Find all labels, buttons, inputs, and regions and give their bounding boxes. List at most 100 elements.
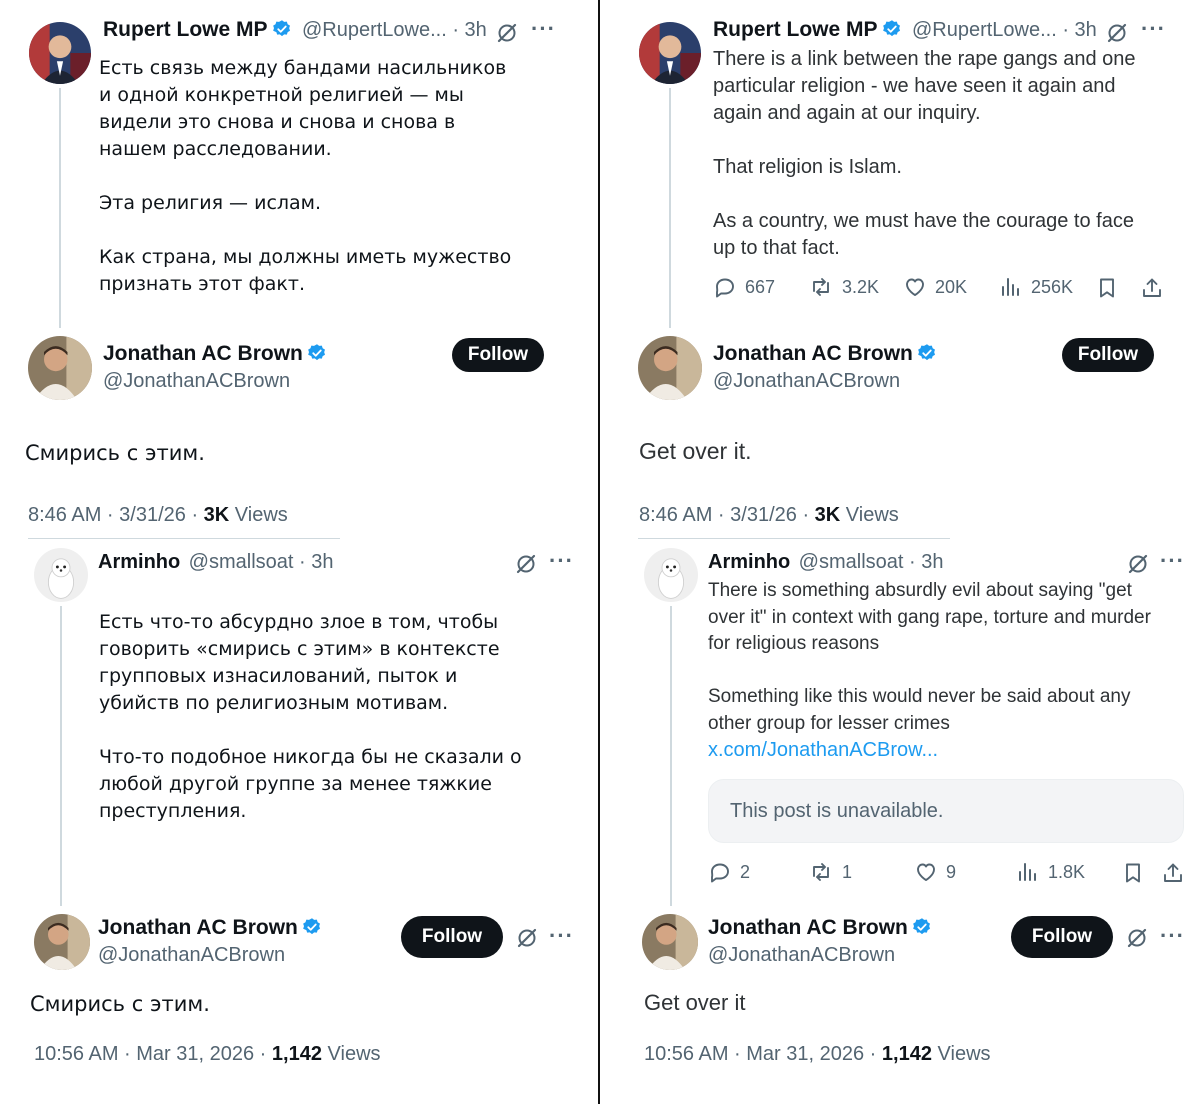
avatar-arminho[interactable]: [644, 548, 698, 602]
reply-author: Jonathan AC Brown: [98, 916, 322, 940]
follow-button[interactable]: Follow: [401, 916, 503, 958]
repost-action[interactable]: 1: [808, 860, 852, 884]
views-count: 1,142: [271, 1043, 322, 1065]
author-name[interactable]: Jonathan AC Brown: [713, 342, 913, 365]
tweet-link[interactable]: x.com/JonathanACBrow...: [708, 739, 938, 762]
follow-button[interactable]: Follow: [452, 338, 544, 372]
views-count: 1.8K: [1048, 861, 1086, 882]
author-handle[interactable]: @JonathanACBrown: [708, 944, 895, 967]
heart-icon: [903, 275, 927, 299]
author-name[interactable]: Rupert Lowe MP: [713, 18, 878, 41]
author-handle[interactable]: @JonathanACBrown: [103, 370, 290, 393]
avatar-rupert-lowe[interactable]: [639, 22, 701, 84]
avatar-jonathan-brown[interactable]: [638, 336, 702, 400]
bookmark-icon[interactable]: [1120, 860, 1146, 886]
tweet-text: There is something absurdly evil about s…: [708, 580, 1151, 734]
timestamp[interactable]: 8:46 AM · 3/31/26 ·: [639, 504, 815, 526]
reply-count: 667: [745, 276, 776, 297]
views-action[interactable]: 256K: [999, 275, 1073, 299]
reply-author: Jonathan AC Brown: [713, 342, 937, 366]
author-handle-time[interactable]: @RupertLowe... · 3h: [912, 19, 1097, 41]
author-name[interactable]: Jonathan AC Brown: [708, 916, 908, 939]
grok-icon[interactable]: [494, 20, 520, 46]
more-options-icon[interactable]: ···: [549, 923, 574, 949]
views-action[interactable]: 1.8K: [1016, 860, 1085, 884]
reply-text: Get over it: [644, 990, 746, 1015]
tweet-text: There is a link between the rape gangs a…: [713, 48, 1136, 259]
views-icon: [999, 275, 1023, 299]
author-handle[interactable]: @JonathanACBrown: [98, 944, 285, 967]
tweet-timestamp: 8:46 AM · 3/31/26 · 3K Views: [639, 504, 899, 527]
like-count: 9: [946, 861, 957, 882]
more-options-icon[interactable]: ···: [531, 16, 556, 42]
author-name[interactable]: Rupert Lowe MP: [103, 18, 268, 41]
grok-icon[interactable]: [1124, 925, 1150, 951]
reply-author: Jonathan AC Brown: [103, 342, 327, 366]
heart-icon: [914, 860, 938, 884]
verified-badge-icon: [882, 19, 902, 39]
author-name[interactable]: Jonathan AC Brown: [103, 342, 303, 365]
separator: [28, 538, 340, 539]
more-options-icon[interactable]: ···: [549, 548, 574, 574]
avatar-arminho[interactable]: [34, 548, 88, 602]
more-options-icon[interactable]: ···: [1141, 16, 1166, 42]
follow-button[interactable]: Follow: [1011, 916, 1113, 958]
grok-icon[interactable]: [1104, 20, 1130, 46]
timestamp[interactable]: 10:56 AM · Mar 31, 2026 ·: [34, 1043, 272, 1065]
timestamp[interactable]: 8:46 AM · 3/31/26 ·: [28, 504, 204, 526]
avatar-jonathan-brown[interactable]: [642, 914, 698, 970]
reply-icon: [713, 275, 737, 299]
grok-icon[interactable]: [513, 551, 539, 577]
views-label: Views: [229, 504, 288, 526]
verified-badge-icon: [272, 19, 292, 39]
separator: [638, 538, 950, 539]
grok-icon[interactable]: [1125, 551, 1151, 577]
views-count: 3K: [814, 504, 841, 526]
tweet-header: Rupert Lowe MP @RupertLowe... · 3h: [713, 18, 1097, 42]
repost-count: 1: [842, 861, 853, 882]
timestamp[interactable]: 10:56 AM · Mar 31, 2026 ·: [644, 1043, 882, 1065]
bookmark-icon[interactable]: [1094, 275, 1120, 301]
avatar-rupert-lowe[interactable]: [29, 22, 91, 84]
reply-action[interactable]: 667: [713, 275, 775, 299]
share-icon[interactable]: [1160, 860, 1186, 886]
author-name[interactable]: Arminho: [708, 551, 790, 573]
author-name[interactable]: Arminho: [98, 551, 180, 573]
thread-line: [60, 606, 62, 906]
tweet-header: Arminho @smallsoat · 3h: [98, 551, 333, 574]
like-action[interactable]: 20K: [903, 275, 967, 299]
author-handle-time[interactable]: @smallsoat · 3h: [799, 551, 944, 573]
more-options-icon[interactable]: ···: [1160, 923, 1185, 949]
panel-divider: [598, 0, 600, 1104]
author-handle[interactable]: @JonathanACBrown: [713, 370, 900, 393]
like-action[interactable]: 9: [914, 860, 956, 884]
verified-badge-icon: [307, 343, 327, 363]
views-label: Views: [931, 1043, 991, 1065]
follow-button[interactable]: Follow: [1062, 338, 1154, 372]
author-handle-time[interactable]: @smallsoat · 3h: [189, 551, 334, 573]
more-options-icon[interactable]: ···: [1160, 548, 1185, 574]
thread-line: [670, 606, 672, 906]
avatar-jonathan-brown[interactable]: [28, 336, 92, 400]
reply-author: Jonathan AC Brown: [708, 916, 932, 940]
views-count: 256K: [1031, 276, 1074, 297]
thread-line: [669, 88, 671, 328]
reply-action[interactable]: 2: [708, 860, 750, 884]
tweet-header: Rupert Lowe MP @RupertLowe... · 3h: [103, 18, 487, 42]
thread-line: [59, 88, 61, 328]
reply-text: Смирись с этим.: [25, 441, 205, 465]
grok-icon[interactable]: [514, 925, 540, 951]
tweet-timestamp: 8:46 AM · 3/31/26 · 3K Views: [28, 504, 288, 527]
verified-badge-icon: [302, 917, 322, 937]
repost-icon: [808, 275, 834, 299]
author-name[interactable]: Jonathan AC Brown: [98, 916, 298, 939]
views-count: 3K: [203, 504, 230, 526]
share-icon[interactable]: [1139, 275, 1165, 301]
author-handle-time[interactable]: @RupertLowe... · 3h: [302, 19, 487, 41]
views-icon: [1016, 860, 1040, 884]
views-count: 1,142: [881, 1043, 932, 1065]
quoted-post[interactable]: This post is unavailable.: [708, 779, 1184, 843]
repost-action[interactable]: 3.2K: [808, 275, 879, 299]
avatar-jonathan-brown[interactable]: [34, 914, 90, 970]
like-count: 20K: [935, 276, 968, 297]
